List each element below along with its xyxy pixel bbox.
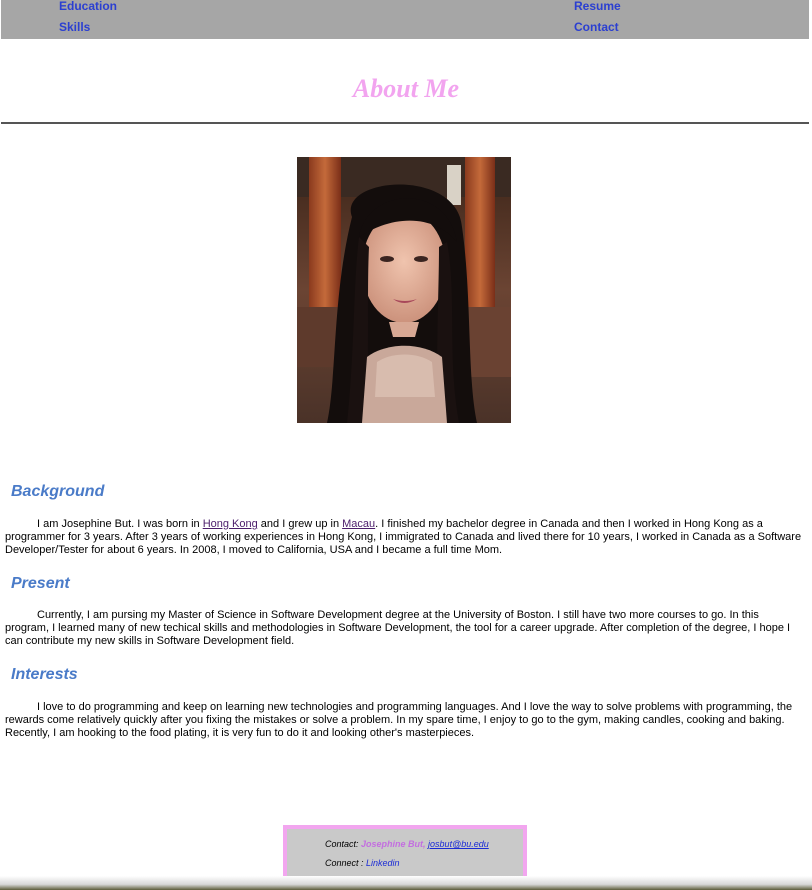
linkedin-link[interactable]: Linkedin xyxy=(366,858,400,868)
heading-present: Present xyxy=(11,575,70,592)
paragraph-interests: I love to do programming and keep on lea… xyxy=(5,701,793,739)
heading-interests: Interests xyxy=(11,666,78,683)
top-nav: Education Skills Resume Contact xyxy=(1,0,809,39)
bottom-edge xyxy=(0,876,812,890)
page-title: About Me xyxy=(352,74,460,103)
profile-photo xyxy=(297,157,511,423)
footer-contact-line: Contact: Josephine But, josbut@bu.edu xyxy=(325,839,489,849)
connect-label: Connect : xyxy=(325,858,367,868)
title-divider xyxy=(1,122,809,124)
background-text-pre: I am Josephine But. I was born in xyxy=(37,518,203,530)
nav-link-contact[interactable]: Contact xyxy=(574,20,619,34)
paragraph-background: I am Josephine But. I was born in Hong K… xyxy=(5,518,805,557)
heading-background: Background xyxy=(11,483,105,500)
background-text-mid: and I grew up in xyxy=(257,518,343,530)
nav-link-skills[interactable]: Skills xyxy=(59,20,90,34)
link-hong-kong[interactable]: Hong Kong xyxy=(203,518,258,530)
footer-connect-line: Connect : Linkedin xyxy=(325,858,400,868)
contact-label: Contact: xyxy=(325,839,362,849)
paragraph-present: Currently, I am pursing my Master of Sci… xyxy=(5,609,791,647)
link-macau[interactable]: Macau xyxy=(342,518,375,530)
email-link[interactable]: josbut@bu.edu xyxy=(428,839,489,849)
nav-link-education[interactable]: Education xyxy=(59,0,117,13)
contact-name: Josephine But, xyxy=(361,839,429,849)
nav-link-resume[interactable]: Resume xyxy=(574,0,621,13)
